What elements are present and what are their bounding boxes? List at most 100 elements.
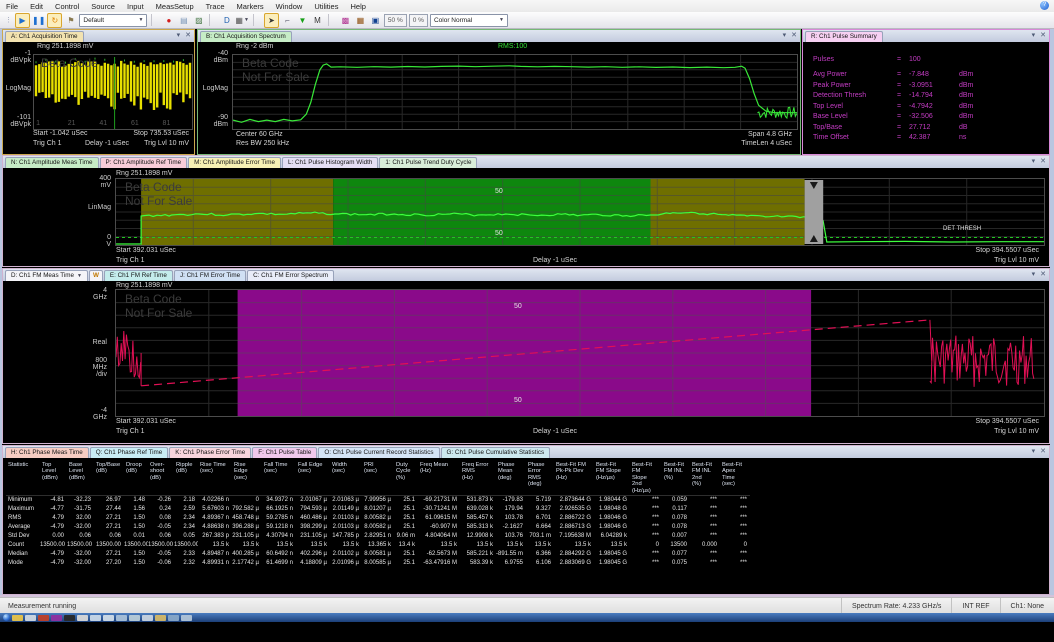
taskbar-app-icon[interactable] — [64, 615, 75, 621]
preset-tag-icon[interactable]: ⚑ — [64, 14, 77, 27]
delay-label: Delay -1 uSec — [533, 257, 577, 264]
panel-close-icon[interactable]: ✕ — [1040, 447, 1046, 457]
acquisition-spectrum-plot[interactable] — [232, 54, 798, 130]
tab-r-pulse-summary[interactable]: R: Ch1 Pulse Summary — [805, 31, 883, 42]
preset-combo[interactable]: Default▼ — [79, 14, 147, 27]
tab-d[interactable]: D: Ch1 FM Meas Time▼ — [5, 270, 88, 281]
menu-utilities[interactable]: Utilities — [308, 2, 344, 11]
tab-e[interactable]: E: Ch1 FM Ref Time — [104, 270, 173, 281]
select-arrow-icon[interactable]: ➤ — [264, 13, 279, 28]
tab-n[interactable]: N: Ch1 Amplitude Meas Time — [5, 157, 99, 168]
tab-q[interactable]: Q: Ch1 Phase Ref Time — [90, 447, 169, 458]
panel-menu-icon[interactable]: ▾ — [1032, 270, 1036, 280]
marker-icon[interactable]: M — [311, 14, 324, 27]
start-button-icon[interactable] — [3, 614, 10, 621]
band-select-icon[interactable]: ⌐ — [281, 14, 294, 27]
tab-g[interactable]: G: Ch1 Pulse Cumulative Statistics — [441, 447, 551, 458]
tab-h[interactable]: H: Ch1 Phase Meas Time — [5, 447, 89, 458]
pause-icon[interactable]: ❚❚ — [32, 14, 45, 27]
menu-source[interactable]: Source — [85, 2, 121, 11]
beta-watermark-line1: Beta Code — [242, 56, 299, 70]
table-cell: 1.56 — [124, 505, 148, 514]
window-layout-icon[interactable]: ▦▼ — [235, 14, 249, 27]
tab-o[interactable]: O: Ch1 Pulse Current Record Statistics — [318, 447, 439, 458]
panel-close-icon[interactable]: ✕ — [1040, 157, 1046, 167]
panel-close-icon[interactable]: ✕ — [1040, 270, 1046, 280]
help-orb-icon[interactable]: ? — [1040, 1, 1049, 10]
menu-markers[interactable]: Markers — [231, 2, 270, 11]
tab-w-indicator[interactable]: W — [89, 270, 103, 281]
tab-a-acquisition-time[interactable]: A: Ch1 Acquisition Time — [5, 31, 84, 42]
tab-k[interactable]: K: Ch1 Phase Error Time — [169, 447, 251, 458]
tab-j[interactable]: J: Ch1 FM Error Time — [174, 270, 246, 281]
save-trace-icon[interactable]: ▨ — [192, 14, 205, 27]
taskbar-app-icon[interactable] — [129, 615, 140, 621]
table-cell: 231.105 µ — [296, 532, 330, 541]
panel-close-icon[interactable]: ✕ — [791, 31, 797, 41]
copy-screen-icon[interactable]: ▤ — [177, 14, 190, 27]
taskbar-app-icon[interactable] — [12, 615, 23, 621]
taskbar-app-icon[interactable] — [103, 615, 114, 621]
trig-level-label: Trig Lvl 10 mV — [144, 140, 189, 147]
table-cell: 61.4699 n — [262, 559, 296, 568]
amplitude-meas-plot[interactable] — [115, 178, 1045, 246]
taskbar-app-icon[interactable] — [77, 615, 88, 621]
panel-menu-icon[interactable]: ▾ — [177, 31, 181, 41]
menu-help[interactable]: Help — [344, 2, 371, 11]
tab-m[interactable]: M: Ch1 Amplitude Error Time — [188, 157, 281, 168]
table-cell: -32.00 — [67, 559, 94, 568]
panel-close-icon[interactable]: ✕ — [1040, 31, 1046, 41]
panel-menu-icon[interactable]: ▾ — [1032, 157, 1036, 167]
menu-meassetup[interactable]: MeasSetup — [150, 2, 200, 11]
table-cell: 13500.00 — [94, 541, 124, 550]
heatmap-icon[interactable]: ▣ — [369, 14, 382, 27]
table-cell: 639.028 k — [460, 505, 496, 514]
play-icon[interactable]: ▶ — [15, 13, 30, 28]
taskbar-app-icon[interactable] — [142, 615, 153, 621]
menu-window[interactable]: Window — [270, 2, 309, 11]
menu-trace[interactable]: Trace — [200, 2, 231, 11]
tab-c[interactable]: C: Ch1 FM Error Spectrum — [247, 270, 334, 281]
marker-peak-icon[interactable]: ▼ — [296, 14, 309, 27]
taskbar-app-icon[interactable] — [90, 615, 101, 621]
y-axis-top-unit: dBVpk — [5, 57, 31, 64]
table-cell: 1.50 — [124, 523, 148, 532]
status-bar: Measurement running Spectrum Rate: 4.233… — [0, 597, 1054, 614]
tab-l[interactable]: L: Ch1 Pulse Histogram Width — [282, 157, 378, 168]
fm-tabstrip: D: Ch1 FM Meas Time▼WE: Ch1 FM Ref TimeJ… — [3, 269, 1049, 281]
fm-meas-plot[interactable] — [115, 289, 1045, 417]
panel-menu-icon[interactable]: ▾ — [1032, 31, 1036, 41]
menu-edit[interactable]: Edit — [24, 2, 49, 11]
taskbar-app-icon[interactable] — [155, 615, 166, 621]
restart-icon[interactable]: ↻ — [47, 13, 62, 28]
panel-menu-icon[interactable]: ▾ — [1032, 447, 1036, 457]
taskbar-app-icon[interactable] — [168, 615, 179, 621]
table-cell: *** — [720, 523, 750, 532]
menu-control[interactable]: Control — [49, 2, 85, 11]
waterfall-icon[interactable]: ▦ — [354, 14, 367, 27]
taskbar-app-icon[interactable] — [181, 615, 192, 621]
table-cell: 2.884292 G — [554, 550, 594, 559]
taskbar-app-icon[interactable] — [25, 615, 36, 621]
taskbar-app-icon[interactable] — [51, 615, 62, 621]
tab-b-acquisition-spectrum[interactable]: B: Ch1 Acquisition Spectrum — [200, 31, 292, 42]
y-axis-top: -40 — [202, 50, 228, 57]
tab-1[interactable]: 1: Ch1 Pulse Trend Duty Cycle — [379, 157, 477, 168]
digital-demod-icon[interactable]: D — [220, 14, 233, 27]
panel-menu-icon[interactable]: ▾ — [783, 31, 787, 41]
taskbar-app-icon[interactable] — [116, 615, 127, 621]
panel-close-icon[interactable]: ✕ — [185, 31, 191, 41]
taskbar-app-icon[interactable] — [38, 615, 49, 621]
table-cell: 0.078 — [662, 514, 690, 523]
table-cell: 25.1 — [394, 550, 418, 559]
spectrogram-icon[interactable]: ▩ — [339, 14, 352, 27]
color-combo[interactable]: Color Normal▼ — [430, 14, 508, 27]
band-marker-handle[interactable] — [805, 180, 824, 244]
record-icon[interactable]: ● — [162, 14, 175, 27]
menu-input[interactable]: Input — [121, 2, 150, 11]
tab-f[interactable]: F: Ch1 Pulse Table — [252, 447, 317, 458]
threshold-box[interactable]: 0 % — [409, 14, 428, 27]
tab-p[interactable]: P: Ch1 Amplitude Ref Time — [100, 157, 188, 168]
persistence-box[interactable]: 50 % — [384, 14, 407, 27]
menu-file[interactable]: File — [0, 2, 24, 11]
